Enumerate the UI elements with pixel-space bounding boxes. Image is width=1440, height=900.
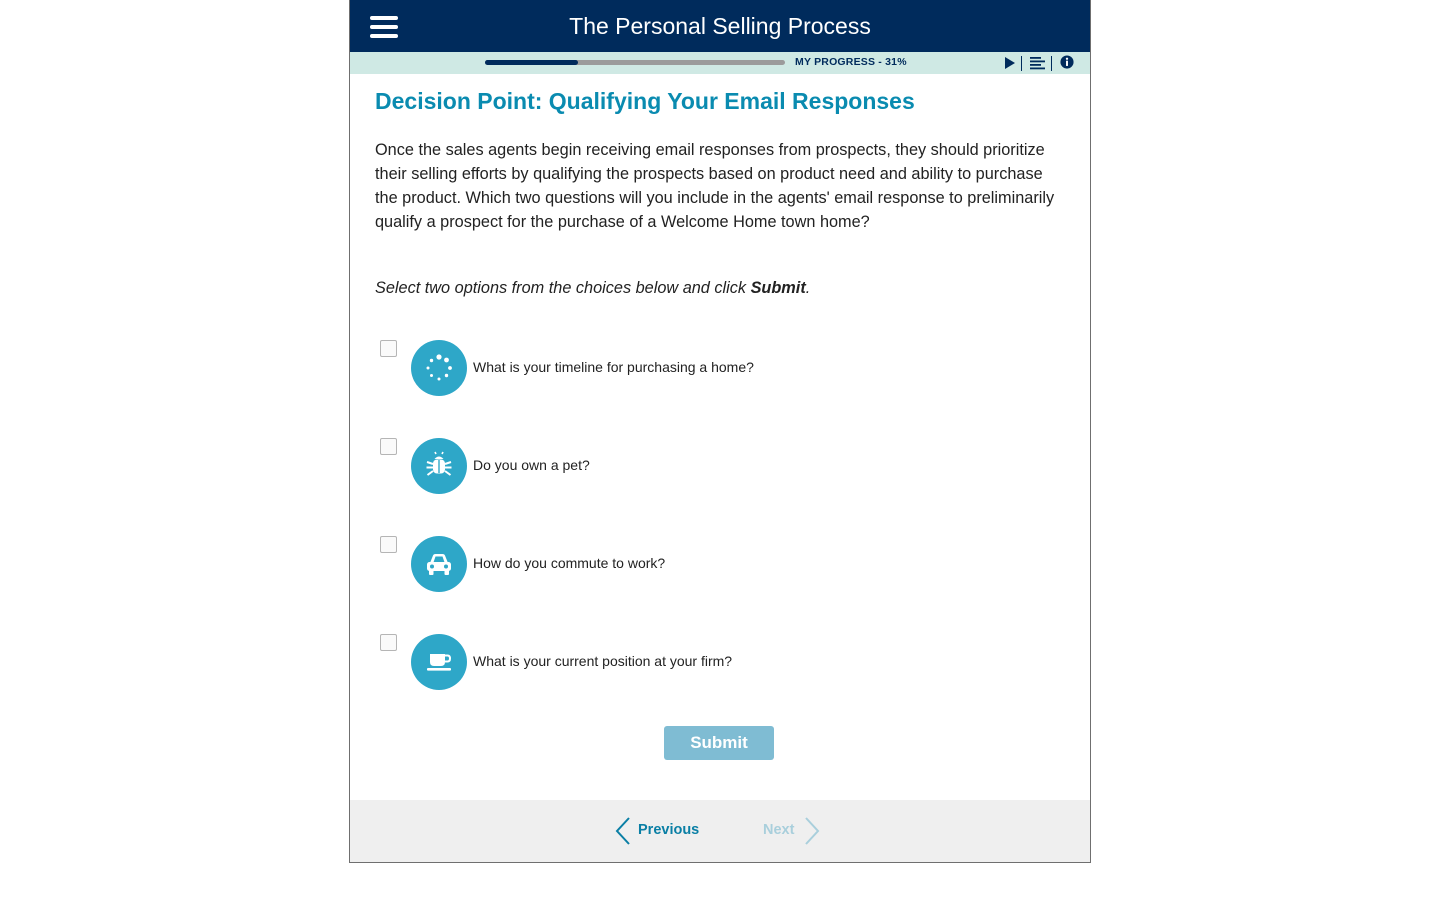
footer-nav: Previous Next [350, 800, 1090, 862]
toolbar-divider [1021, 56, 1022, 71]
instruction-submit-word: Submit [750, 279, 806, 297]
option-checkbox[interactable] [380, 536, 397, 553]
info-icon[interactable] [1059, 55, 1075, 69]
previous-label: Previous [638, 822, 700, 838]
instruction-prefix: Select two options from the choices belo… [375, 279, 751, 297]
car-icon [411, 536, 467, 592]
option-text: Do you own a pet? [473, 457, 590, 473]
answer-option[interactable]: How do you commute to work? [375, 536, 875, 594]
loading-spinner-icon [411, 340, 467, 396]
play-icon[interactable] [1004, 56, 1016, 70]
answer-option[interactable]: Do you own a pet? [375, 438, 875, 496]
instruction-text: Select two options from the choices belo… [375, 279, 810, 298]
next-button[interactable]: Next [763, 816, 823, 846]
progress-label: MY PROGRESS - 31% [795, 56, 907, 68]
chevron-right-icon [805, 817, 820, 845]
option-text: What is your timeline for purchasing a h… [473, 359, 754, 375]
question-body: Once the sales agents begin receiving em… [375, 141, 1055, 231]
progress-track [485, 60, 785, 65]
course-player: The Personal Selling Process MY PROGRESS… [349, 0, 1091, 863]
hamburger-menu-icon[interactable] [370, 16, 398, 38]
coffee-cup-icon [411, 634, 467, 690]
previous-button[interactable]: Previous [614, 816, 699, 846]
next-label: Next [763, 822, 795, 838]
bug-icon [411, 438, 467, 494]
progress-strip: MY PROGRESS - 31% [350, 52, 1090, 74]
answer-option[interactable]: What is your timeline for purchasing a h… [375, 340, 875, 398]
progress-fill [485, 60, 578, 65]
submit-button[interactable]: Submit [664, 726, 774, 760]
option-text: How do you commute to work? [473, 555, 666, 571]
chevron-left-icon [615, 817, 630, 845]
question-heading: Decision Point: Qualifying Your Email Re… [375, 88, 915, 114]
header-bar: The Personal Selling Process [350, 0, 1090, 52]
transcript-icon[interactable] [1030, 56, 1047, 70]
answer-option[interactable]: What is your current position at your fi… [375, 634, 875, 692]
option-checkbox[interactable] [380, 634, 397, 651]
instruction-suffix: . [805, 279, 811, 297]
page-title: The Personal Selling Process [569, 13, 871, 39]
option-text: What is your current position at your fi… [473, 653, 733, 669]
option-checkbox[interactable] [380, 438, 397, 455]
toolbar-divider [1051, 56, 1052, 71]
option-checkbox[interactable] [380, 340, 397, 357]
